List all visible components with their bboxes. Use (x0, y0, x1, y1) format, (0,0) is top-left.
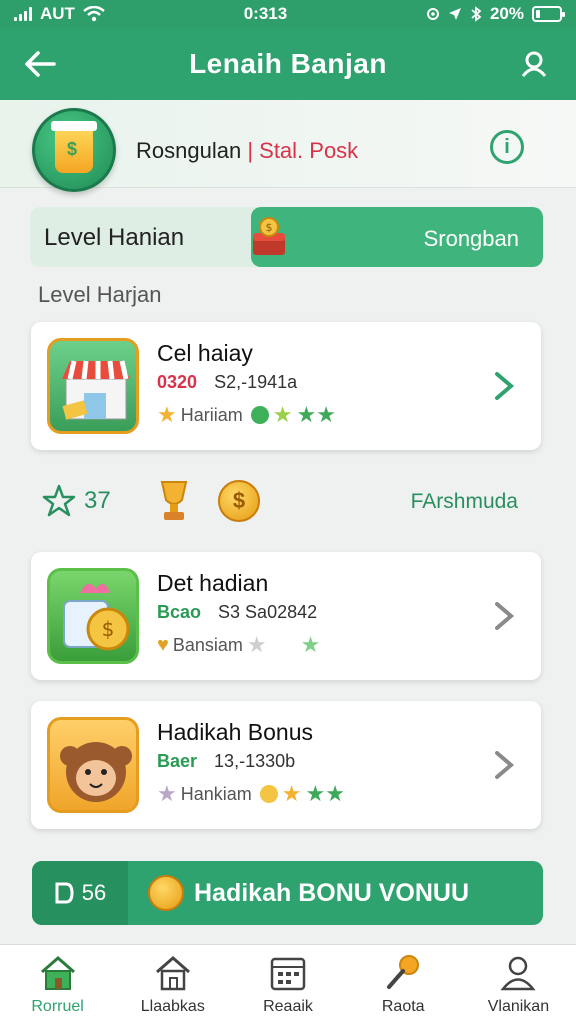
user-icon (521, 51, 547, 77)
svg-text:$: $ (266, 221, 273, 234)
shop-icon (47, 338, 139, 434)
nav-label: Rorruel (31, 998, 84, 1015)
pin-icon (382, 952, 424, 994)
rating-label: Hariiam (180, 404, 243, 425)
ticket-icon (55, 882, 74, 904)
coin-icon (250, 406, 269, 424)
card-tag: Baer (157, 751, 198, 771)
nav-calendar[interactable]: Reaaik (230, 945, 345, 1024)
coin-icon (259, 785, 278, 803)
nav-label: Llaabkas (140, 998, 205, 1015)
card-rating: ♥ Bansiam ★ ★ (157, 632, 320, 658)
coin-icon: $ (218, 480, 260, 522)
star-icon: ★ (272, 402, 293, 427)
card-title: Hadikah Bonus (157, 719, 313, 745)
star-icon: ★ (281, 781, 302, 806)
reward-card[interactable]: Cel haiay 0320 S2,-1941a ★ Hariiam ★ ★★ (31, 322, 541, 450)
promo-text: Rosngulan | Stal. Posk (136, 138, 358, 164)
star-count: 37 (42, 484, 111, 518)
money-bag-icon: $ (47, 568, 139, 664)
card-meta: 0320 S2,-1941a (157, 372, 297, 393)
star-icon: ★ (246, 632, 267, 657)
card-tag: Bcao (157, 602, 202, 622)
signal-icon (14, 7, 32, 21)
nav-label: Reaaik (263, 998, 313, 1015)
bonus-count-value: 56 (81, 880, 107, 905)
coin-icon (148, 875, 184, 911)
user-icon (497, 952, 539, 994)
wifi-icon (83, 6, 105, 22)
stats-link[interactable]: FArshmuda (411, 490, 518, 514)
section-label: Level Harjan (38, 282, 162, 307)
battery-percent: 20% (489, 4, 524, 23)
house-icon (152, 952, 194, 994)
card-code: S2,-1941a (214, 372, 298, 392)
arrow-left-icon (25, 51, 56, 77)
monkey-icon (47, 717, 139, 813)
home-icon (37, 952, 79, 994)
heart-icon: ♥ (157, 633, 169, 656)
nav-label: Raota (381, 998, 425, 1015)
bonus-count: 56 (32, 861, 128, 925)
promo-banner[interactable]: Rosngulan | Stal. Posk i (0, 100, 576, 192)
star-icon: ★★ (296, 402, 336, 427)
chevron-right-icon[interactable] (489, 366, 519, 406)
stats-row: 37 $ FArshmuda (30, 472, 546, 530)
cup-icon (51, 121, 97, 173)
nav-pin[interactable]: Raota (346, 945, 461, 1024)
nav-home[interactable]: Rorruel (0, 945, 115, 1024)
level-left-label: Level Hanian (44, 224, 185, 251)
level-progress[interactable]: Level Hanian $ Srongban (30, 207, 543, 267)
info-icon[interactable]: i (490, 130, 524, 164)
app-bar: Lenaih Banjan (0, 28, 576, 100)
star-icon: ★ (300, 632, 321, 657)
star-icon: ★ (157, 402, 177, 427)
chevron-right-icon[interactable] (489, 745, 519, 785)
calendar-icon (267, 952, 309, 994)
reward-card[interactable]: Hadikah Bonus Baer 13,-1330b ★ Hankiam ★… (31, 701, 541, 829)
card-code: 13,-1330b (214, 751, 296, 771)
bluetooth-icon (471, 6, 482, 22)
card-title: Det hadian (157, 570, 269, 596)
trophy-icon (160, 481, 188, 520)
promo-text-accent: | Stal. Posk (247, 138, 359, 163)
rating-label: Hankiam (180, 783, 252, 804)
nav-label: Vlanikan (487, 998, 550, 1015)
card-meta: Bcao S3 Sa02842 (157, 602, 317, 623)
bottom-nav: Rorruel Llaabkas Reaaik Raota Vlanikan (0, 944, 576, 1024)
card-rating: ★ Hariiam ★ ★★ (157, 402, 336, 428)
nav-profile[interactable]: Vlanikan (461, 945, 576, 1024)
card-title: Cel haiay (157, 340, 253, 366)
star-icon: ★ (157, 781, 177, 806)
page-title: Lenaih Banjan (189, 48, 387, 79)
nav-house[interactable]: Llaabkas (115, 945, 230, 1024)
status-bar: AUT 0:313 20% (0, 0, 576, 28)
level-right-label: Srongban (423, 226, 519, 251)
back-button[interactable] (22, 46, 58, 82)
card-rating: ★ Hankiam ★ ★★ (157, 781, 345, 807)
rating-label: Bansiam (172, 634, 243, 655)
bonus-label: Hadikah BONU VONUU (194, 879, 470, 907)
star-icon: ★★ (305, 781, 345, 806)
promo-badge (32, 108, 116, 192)
carrier-label: AUT (40, 4, 75, 23)
bonus-button[interactable]: 56 Hadikah BONU VONUU (32, 861, 543, 925)
chevron-right-icon[interactable] (489, 596, 519, 636)
card-code: S3 Sa02842 (218, 602, 318, 622)
location-icon (426, 8, 439, 20)
battery-icon (532, 6, 565, 22)
profile-button[interactable] (516, 46, 552, 82)
card-meta: Baer 13,-1330b (157, 751, 295, 772)
clock: 0:313 (243, 4, 288, 23)
navigation-icon (448, 8, 461, 20)
svg-text:$: $ (102, 617, 115, 641)
treasure-chest-icon: $ (253, 217, 285, 255)
card-tag: 0320 (157, 372, 198, 392)
promo-text-main: Rosngulan (136, 138, 242, 163)
star-outline-icon (42, 484, 76, 517)
reward-card[interactable]: $ Det hadian Bcao S3 Sa02842 ♥ Bansiam ★… (31, 552, 541, 680)
star-count-value: 37 (84, 487, 111, 514)
